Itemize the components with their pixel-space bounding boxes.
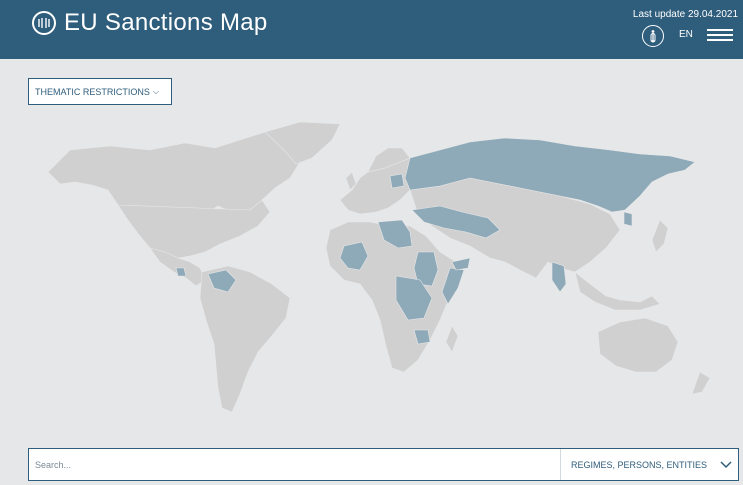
world-map[interactable] (0, 110, 743, 430)
thematic-restrictions-dropdown[interactable]: THEMATIC RESTRICTIONS ⌵ (28, 78, 172, 105)
app-title: EU Sanctions Map (64, 9, 268, 36)
search-type-label: REGIMES, PERSONS, ENTITIES (571, 459, 708, 470)
map-se-asia (574, 271, 661, 311)
chevron-down-icon: ⌵ (152, 86, 159, 96)
thematic-restrictions-label: THEMATIC RESTRICTIONS (35, 86, 150, 97)
map-japan (651, 219, 669, 253)
eu-logo-icon[interactable] (32, 11, 56, 35)
map-north-korea-sanctioned (623, 211, 633, 227)
map-new-zealand (691, 371, 711, 395)
chevron-down-icon (720, 461, 732, 469)
map-madagascar (445, 325, 459, 353)
last-update-text: Last update 29.04.2021 (632, 9, 738, 20)
map-australia (597, 317, 679, 373)
info-icon[interactable] (642, 25, 664, 47)
search-type-dropdown[interactable]: REGIMES, PERSONS, ENTITIES (561, 449, 738, 480)
header: EU Sanctions Map Last update 29.04.2021 … (0, 0, 743, 59)
hamburger-menu-icon[interactable] (707, 29, 733, 42)
map-myanmar-sanctioned (551, 261, 567, 293)
map-belarus-sanctioned (389, 173, 405, 189)
map-nicaragua-sanctioned (175, 267, 187, 277)
map-south-america (199, 265, 291, 413)
search-input[interactable] (29, 449, 559, 480)
language-selector[interactable]: EN (679, 29, 693, 40)
search-bar: REGIMES, PERSONS, ENTITIES (28, 448, 739, 481)
